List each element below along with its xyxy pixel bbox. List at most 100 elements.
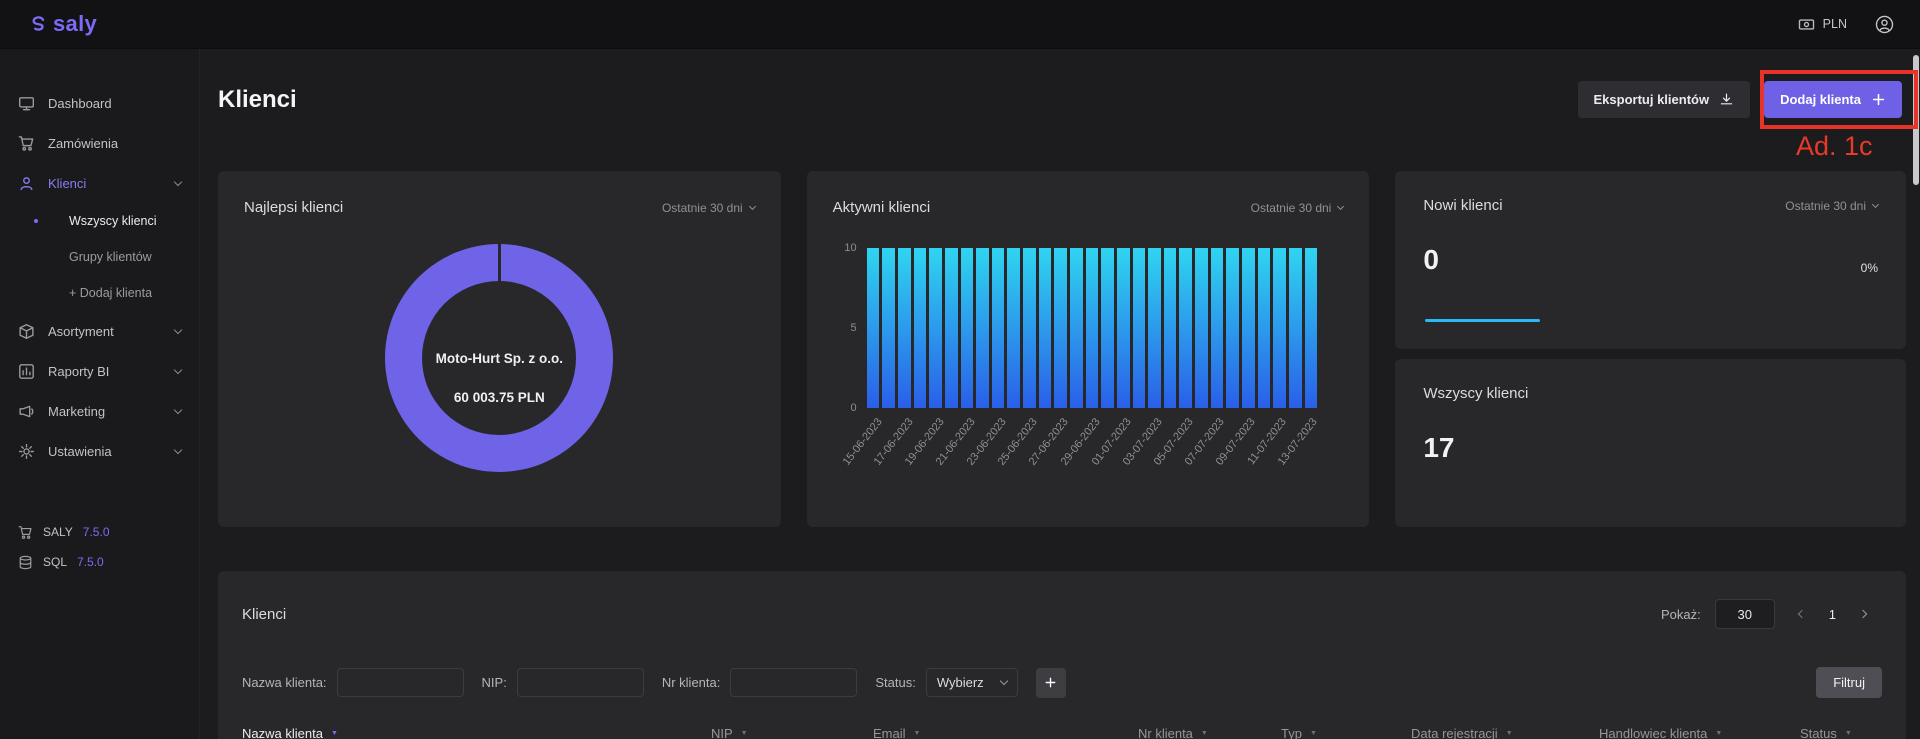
version-name: SQL [43,555,67,569]
sort-icon: ▼ [741,730,748,737]
sidebar-item-dashboard[interactable]: Dashboard [0,83,199,123]
donut-center: Moto-Hurt Sp. z o.o. 60 003.75 PLN [422,281,576,435]
sidebar-subitem-wszyscy-klienci[interactable]: Wszyscy klienci [0,203,199,239]
bar [1054,248,1067,408]
download-icon [1719,92,1734,107]
column-header-nr-klienta[interactable]: Nr klienta▼ [1138,726,1208,739]
megaphone-icon [18,403,35,420]
sidebar-item-label: Marketing [48,404,105,419]
bar [992,248,1005,408]
sidebar: DashboardZamówienia Klienci Wszyscy klienc… [0,49,200,739]
column-header-status[interactable]: Status▼ [1800,726,1852,739]
filter-name-input[interactable] [337,668,464,697]
column-header-data-rejestracji[interactable]: Data rejestracji▼ [1411,726,1513,739]
bar [867,248,880,408]
gear-icon [18,443,35,460]
new-clients-value: 0 [1423,244,1878,276]
bar [882,248,895,408]
bar [1195,248,1208,408]
sort-icon: ▼ [1310,730,1317,737]
sidebar-item-marketing[interactable]: Marketing [0,391,199,431]
active-clients-yaxis: 1050 [833,248,867,408]
active-clients-bar-chart: 1050 15-06-202317-06-202319-06-202321-06… [833,248,1344,480]
sidebar-item-label: Asortyment [48,324,114,339]
sidebar-item-label: Klienci [48,176,86,191]
filter-client-number-label: Nr klienta: [662,675,721,690]
sidebar-item-klienci[interactable]: Klienci [0,163,199,203]
page-size-input[interactable] [1715,599,1775,629]
chevron-down-icon [1000,677,1008,685]
active-clients-card: Aktywni klienci Ostatnie 30 dni 1050 15-… [807,171,1370,527]
active-clients-period-dropdown[interactable]: Ostatnie 30 dni [1251,201,1344,215]
bar [1211,248,1224,408]
filter-group-client-number: Nr klienta: [662,668,858,697]
donut-segment-gap [498,244,501,281]
chevron-down-icon [749,203,756,210]
donut-chart-area: Moto-Hurt Sp. z o.o. 60 003.75 PLN [244,216,755,499]
table-header-bar: Klienci Pokaż: 1 [242,599,1882,629]
table-controls: Pokaż: 1 [1661,599,1882,629]
column-header-typ[interactable]: Typ ▼ [1281,726,1317,739]
add-filter-button[interactable] [1036,668,1066,698]
sidebar-item-label: Raporty BI [48,364,109,379]
status-select-value: Wybierz [937,675,984,690]
bar [945,248,958,408]
sidebar-subitem-label: Wszyscy klienci [69,214,157,228]
export-clients-label: Eksportuj klientów [1594,92,1710,107]
sidebar-subitem-dodaj-klienta[interactable]: + Dodaj klienta [0,275,199,311]
new-clients-period-dropdown[interactable]: Ostatnie 30 dni [1785,199,1878,213]
vertical-scrollbar[interactable] [1913,55,1919,185]
bar [1242,248,1255,408]
filter-button[interactable]: Filtruj [1816,667,1882,698]
chevron-down-icon [1337,203,1344,210]
next-page-button[interactable] [1850,601,1876,627]
sidebar-item-zamowienia[interactable]: Zamówienia [0,123,199,163]
sidebar-item-raporty-bi[interactable]: Raporty BI [0,351,199,391]
monitor-icon [18,95,35,112]
version-name: SALY [43,525,73,539]
filter-client-number-input[interactable] [730,668,857,697]
column-header-email[interactable]: Email▼ [873,726,920,739]
add-client-label: Dodaj klienta [1780,92,1861,107]
active-clients-bars [867,248,1318,408]
plus-icon [1871,92,1886,107]
right-cards-column: Nowi klienci Ostatnie 30 dni 0 0% Wszysc… [1395,171,1906,527]
filter-status-select[interactable]: Wybierz [926,668,1018,697]
sidebar-subitem-grupy-klientów[interactable]: Grupy klientów [0,239,199,275]
new-clients-title: Nowi klienci [1423,197,1502,214]
best-clients-period-dropdown[interactable]: Ostatnie 30 dni [662,201,755,215]
column-label: Nazwa klienta [242,726,323,739]
column-header-nip[interactable]: NIP▼ [711,726,748,739]
table-filter-row: Nazwa klienta: NIP: Nr klienta: Status: … [242,667,1882,698]
bar [1101,248,1114,408]
chevron-down-icon [174,177,182,185]
sidebar-subitem-label: + Dodaj klienta [69,286,152,300]
sidebar-item-ustawienia[interactable]: Ustawienia [0,431,199,471]
saly-logo-icon [26,13,48,35]
export-clients-button[interactable]: Eksportuj klientów [1578,81,1751,118]
column-label: Typ [1281,726,1302,739]
sort-icon: ▼ [1715,730,1722,737]
column-label: Data rejestracji [1411,726,1498,739]
chevron-left-icon [1798,610,1806,618]
bar [1007,248,1020,408]
bar [1164,248,1177,408]
account-icon[interactable] [1875,15,1894,34]
add-client-button[interactable]: Dodaj klienta [1764,81,1902,118]
sidebar-menu: DashboardZamówienia Klienci Wszyscy klienc… [0,83,199,471]
user-icon [18,175,35,192]
sidebar-item-asortyment[interactable]: Asortyment [0,311,199,351]
header-actions: Eksportuj klientów Dodaj klienta [1578,81,1907,118]
column-header-nazwa-klienta[interactable]: Nazwa klienta▼ [242,726,338,739]
prev-page-button[interactable] [1789,601,1815,627]
chevron-down-icon [174,365,182,373]
currency-selector[interactable]: PLN [1798,16,1847,33]
filter-nip-input[interactable] [517,668,644,697]
bar [1273,248,1286,408]
active-clients-title: Aktywni klienci [833,199,931,216]
app-logo[interactable]: saly [26,11,97,37]
period-label: Ostatnie 30 dni [662,201,743,215]
column-header-handlowiec-klienta[interactable]: Handlowiec klienta▼ [1599,726,1722,739]
period-label: Ostatnie 30 dni [1251,201,1332,215]
current-page-number: 1 [1829,607,1836,622]
